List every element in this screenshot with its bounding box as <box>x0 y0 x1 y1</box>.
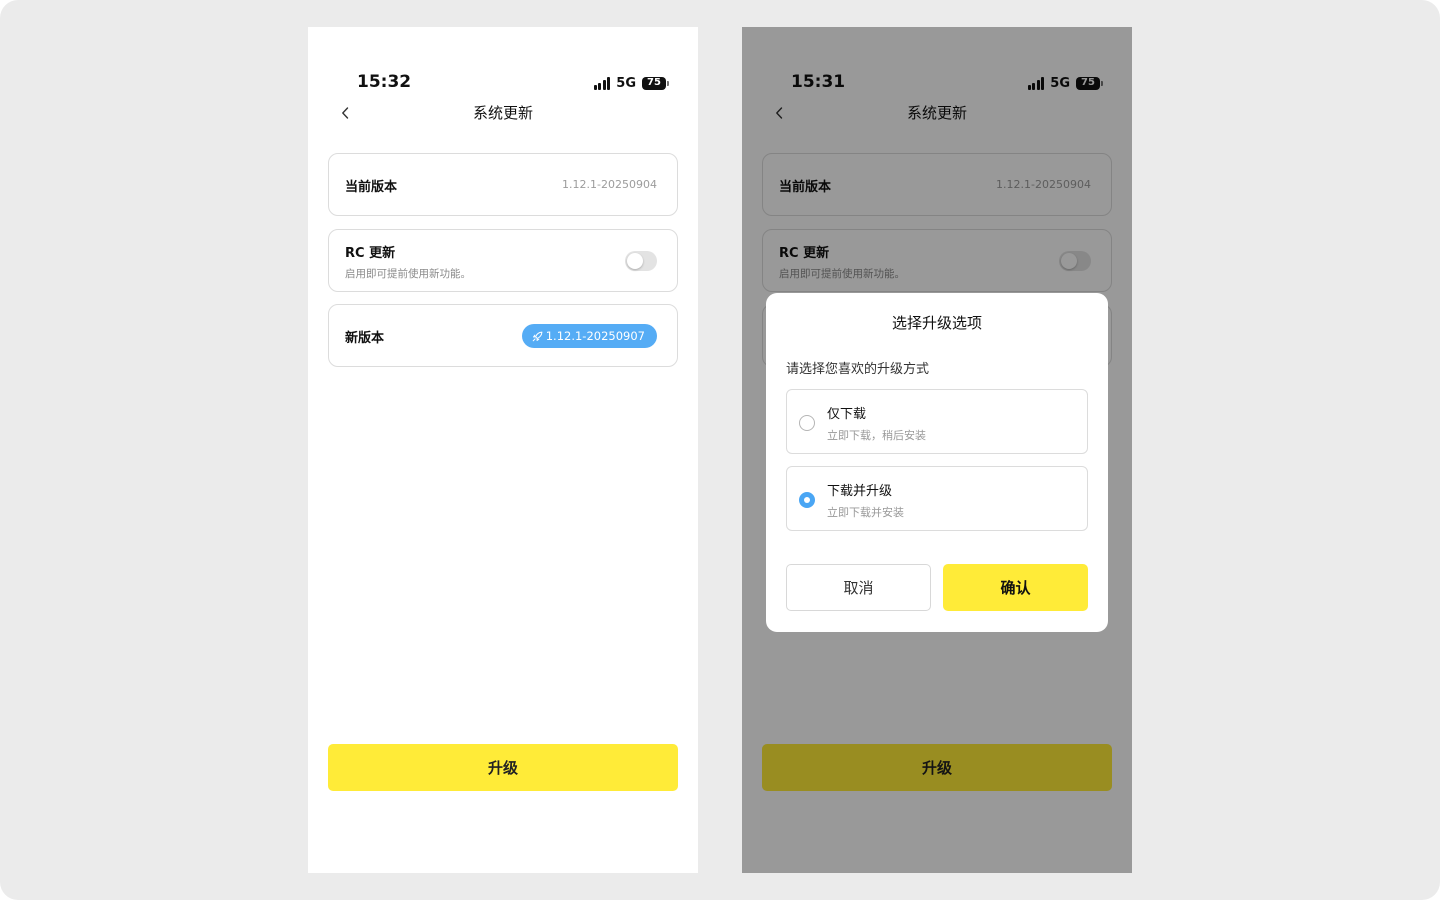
option-title: 仅下载 <box>827 407 867 422</box>
current-version-value: 1.12.1-20250904 <box>562 178 657 191</box>
option-download-only[interactable]: 仅下载 立即下载，稍后安装 <box>786 389 1088 454</box>
option-title: 下载并升级 <box>827 484 893 499</box>
new-version-badge[interactable]: 1.12.1-20250907 <box>521 324 657 348</box>
option-download-and-upgrade[interactable]: 下载并升级 立即下载并安装 <box>786 466 1088 531</box>
radio-checked[interactable] <box>799 492 815 508</box>
phone-screen-system-update: 15:32 5G 75 系统更新 当前版本 1.12.1-20250904 RC… <box>308 27 698 873</box>
rc-update-description: 启用即可提前使用新功能。 <box>345 268 471 280</box>
battery-icon: 75 <box>642 76 669 90</box>
phone-screen-upgrade-dialog: 15:31 5G 75 系统更新 当前版本 1.12.1-20250904 RC… <box>742 27 1132 873</box>
option-subtitle: 立即下载并安装 <box>827 506 904 519</box>
status-time: 15:32 <box>357 72 412 92</box>
current-version-card: 当前版本 1.12.1-20250904 <box>328 153 678 216</box>
new-version-value: 1.12.1-20250907 <box>545 329 645 343</box>
backdrop <box>0 0 1440 900</box>
page-title: 系统更新 <box>472 104 533 122</box>
rocket-icon <box>532 331 543 341</box>
dialog-prompt: 请选择您喜欢的升级方式 <box>786 362 930 377</box>
status-icons: 5G 75 <box>593 74 669 92</box>
confirm-button[interactable]: 确认 <box>943 564 1088 611</box>
rc-update-card: RC 更新 启用即可提前使用新功能。 <box>328 229 678 292</box>
new-version-card: 新版本 1.12.1-20250907 <box>328 304 678 367</box>
toggle-knob <box>627 253 643 269</box>
new-version-label: 新版本 <box>345 331 385 346</box>
radio-unchecked[interactable] <box>799 415 815 431</box>
signal-icon <box>593 76 611 90</box>
dialog-title: 选择升级选项 <box>891 314 982 332</box>
rc-update-label: RC 更新 <box>345 246 396 261</box>
upgrade-button[interactable]: 升级 <box>328 744 678 791</box>
rc-update-toggle[interactable] <box>625 251 657 271</box>
upgrade-options-dialog: 选择升级选项 请选择您喜欢的升级方式 仅下载 立即下载，稍后安装 下载并升级 立… <box>766 293 1108 632</box>
option-subtitle: 立即下载，稍后安装 <box>827 429 926 442</box>
current-version-label: 当前版本 <box>345 180 398 195</box>
cancel-button[interactable]: 取消 <box>786 564 931 611</box>
network-type: 5G <box>616 75 636 91</box>
